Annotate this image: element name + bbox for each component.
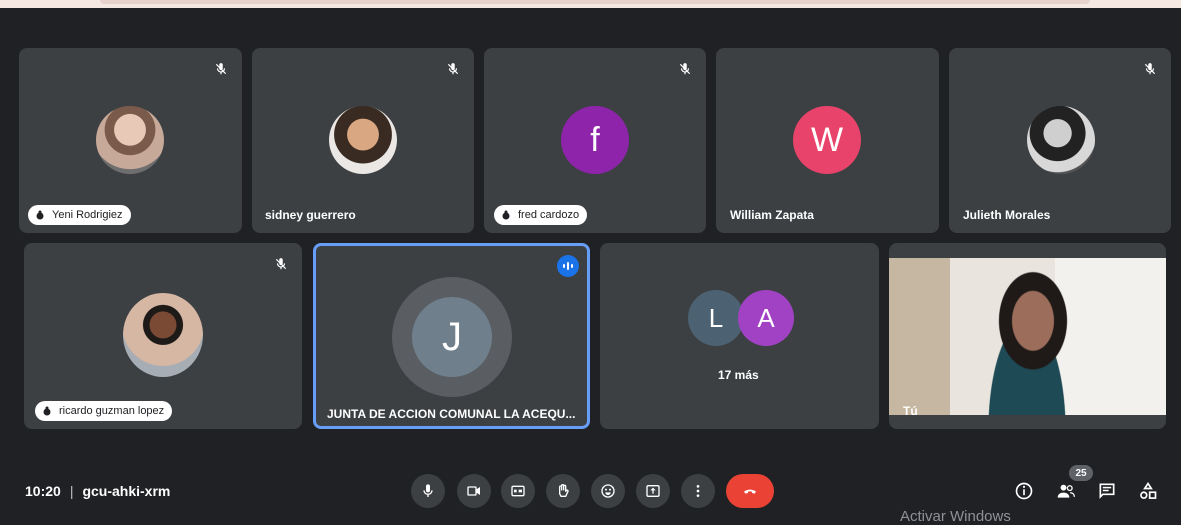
avatar-l: L bbox=[688, 290, 744, 346]
camera-button[interactable] bbox=[457, 474, 491, 508]
raise-hand-icon bbox=[559, 484, 569, 497]
avatar bbox=[329, 106, 397, 174]
avatar: J bbox=[412, 297, 492, 377]
raised-hand-icon bbox=[502, 210, 510, 220]
participant-tile-sidney[interactable]: sidney guerrero bbox=[252, 48, 474, 233]
captions-icon bbox=[511, 485, 525, 497]
chat-button[interactable] bbox=[1094, 478, 1120, 504]
end-call-button[interactable] bbox=[726, 474, 774, 508]
avatar-a: A bbox=[738, 290, 794, 346]
speaking-indicator-icon bbox=[557, 255, 579, 277]
participant-tile-ricardo[interactable]: ricardo guzman lopez bbox=[24, 243, 302, 429]
avatar: W bbox=[793, 106, 861, 174]
participant-name: William Zapata bbox=[730, 208, 814, 222]
participant-tile-others[interactable]: L A 17 más bbox=[600, 243, 879, 429]
mic-off-icon bbox=[674, 58, 696, 80]
participant-tile-junta[interactable]: J JUNTA DE ACCION COMUNAL LA ACEQU... bbox=[313, 243, 590, 429]
raise-hand-button[interactable] bbox=[546, 474, 580, 508]
participant-name: Tú bbox=[903, 404, 918, 418]
camera-icon bbox=[467, 486, 480, 496]
separator: | bbox=[69, 483, 74, 499]
end-call-icon bbox=[744, 489, 756, 494]
participant-name: JUNTA DE ACCION COMUNAL LA ACEQU... bbox=[327, 407, 576, 421]
participant-tile-william[interactable]: W William Zapata bbox=[716, 48, 939, 233]
participant-tile-yeni[interactable]: Yeni Rodrigiez bbox=[19, 48, 242, 233]
self-video bbox=[889, 258, 1166, 415]
more-options-icon bbox=[696, 485, 700, 497]
chat-icon bbox=[1099, 483, 1115, 499]
address-strip bbox=[100, 0, 1090, 4]
emoji-button[interactable] bbox=[591, 474, 625, 508]
mic-icon bbox=[423, 484, 433, 497]
meeting-time: 10:20 bbox=[25, 483, 61, 499]
browser-top-strip bbox=[0, 0, 1181, 8]
participant-name: Julieth Morales bbox=[963, 208, 1051, 222]
avatar: f bbox=[561, 106, 629, 174]
present-button[interactable] bbox=[636, 474, 670, 508]
more-participants-label: 17 más bbox=[718, 368, 759, 382]
raised-hand-icon bbox=[43, 406, 51, 416]
participant-name: fred cardozo bbox=[518, 209, 580, 221]
more-options-button[interactable] bbox=[681, 474, 715, 508]
self-view-tile[interactable]: Tú bbox=[889, 243, 1166, 429]
windows-activation-watermark: Activar Windows bbox=[900, 508, 1011, 525]
name-label: ricardo guzman lopez bbox=[35, 401, 173, 421]
people-count-badge: 25 bbox=[1069, 465, 1093, 481]
meeting-info: 10:20 | gcu-ahki-xrm bbox=[25, 483, 170, 499]
meeting-code[interactable]: gcu-ahki-xrm bbox=[82, 483, 170, 499]
avatar bbox=[96, 106, 164, 174]
activities-icon bbox=[1140, 481, 1157, 499]
participant-name: sidney guerrero bbox=[265, 208, 356, 222]
info-icon bbox=[1015, 482, 1033, 500]
person-silhouette bbox=[967, 258, 1087, 415]
mic-off-icon bbox=[442, 58, 464, 80]
emoji-icon bbox=[601, 484, 615, 498]
people-button[interactable] bbox=[1053, 478, 1079, 504]
people-icon bbox=[1057, 484, 1075, 498]
participant-tile-fred[interactable]: f fred cardozo bbox=[484, 48, 706, 233]
name-label: Yeni Rodrigiez bbox=[28, 205, 131, 225]
avatar bbox=[123, 293, 203, 377]
participant-tile-julieth[interactable]: Julieth Morales bbox=[949, 48, 1171, 233]
participant-name: ricardo guzman lopez bbox=[59, 405, 165, 417]
info-button[interactable] bbox=[1011, 478, 1037, 504]
activities-button[interactable] bbox=[1135, 478, 1161, 504]
mic-off-icon bbox=[1139, 58, 1161, 80]
avatar bbox=[1027, 106, 1095, 174]
mic-off-icon bbox=[210, 58, 232, 80]
raised-hand-icon bbox=[36, 210, 44, 220]
captions-button[interactable] bbox=[501, 474, 535, 508]
present-icon bbox=[646, 485, 660, 497]
participant-name: Yeni Rodrigiez bbox=[52, 209, 123, 221]
name-label: fred cardozo bbox=[494, 205, 588, 225]
mic-off-icon bbox=[270, 253, 292, 275]
mic-button[interactable] bbox=[411, 474, 445, 508]
